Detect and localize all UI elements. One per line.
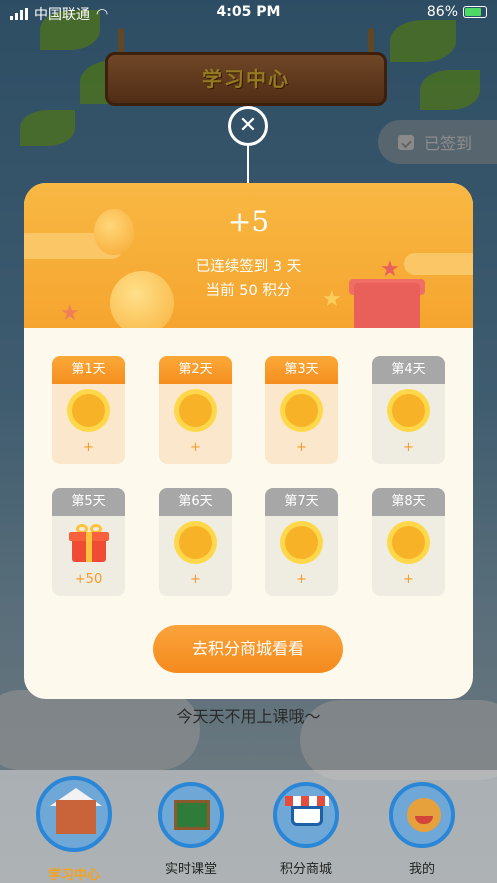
nav-item-points-store[interactable]: 积分商城 <box>256 770 356 883</box>
checkin-modal: ★ ★ ★ +5 已连续签到 3 天 当前 50 积分 第1天 + 第2天 + … <box>24 183 473 699</box>
close-icon[interactable]: ✕ <box>228 106 268 146</box>
bottom-nav: 学习中心 实时课堂 积分商城 我的 <box>0 770 497 883</box>
day-reward: + <box>83 440 94 455</box>
day-card-6: 第6天 + <box>159 488 232 596</box>
nav-label: 实时课堂 <box>164 862 217 877</box>
day-label: 第6天 <box>159 488 232 516</box>
day-label: 第5天 <box>52 488 125 516</box>
day-label: 第1天 <box>52 356 125 384</box>
streak-text: 已连续签到 3 天 <box>195 259 302 275</box>
day-card-3: 第3天 + <box>265 356 338 464</box>
blackboard-icon <box>158 782 224 848</box>
coin-icon <box>387 389 430 432</box>
coin-icon <box>387 521 430 564</box>
day-card-7: 第7天 + <box>265 488 338 596</box>
battery-info: 86% <box>427 4 487 20</box>
close-connector-line <box>247 146 249 184</box>
battery-percent: 86% <box>426 4 458 20</box>
status-bar: 中国联通 ◠ 4:05 PM 86% <box>0 0 497 26</box>
day-label: 第7天 <box>265 488 338 516</box>
coin-icon <box>174 521 217 564</box>
day-label: 第8天 <box>372 488 445 516</box>
day-card-4: 第4天 + <box>372 356 445 464</box>
battery-icon <box>463 6 487 18</box>
day-card-1: 第1天 + <box>52 356 125 464</box>
day-reward: + <box>403 572 414 587</box>
day-reward: +50 <box>74 572 103 587</box>
day-card-2: 第2天 + <box>159 356 232 464</box>
day-label: 第3天 <box>265 356 338 384</box>
gift-icon <box>69 524 109 562</box>
day-label: 第2天 <box>159 356 232 384</box>
nav-label: 学习中心 <box>47 868 100 883</box>
star-icon: ★ <box>60 301 80 326</box>
house-icon <box>36 776 112 852</box>
day-label: 第4天 <box>372 356 445 384</box>
coin-icon <box>174 389 217 432</box>
day-card-5: 第5天 +50 <box>52 488 125 596</box>
nav-item-live-class[interactable]: 实时课堂 <box>141 770 241 883</box>
day-card-8: 第8天 + <box>372 488 445 596</box>
status-time: 4:05 PM <box>216 4 281 20</box>
day-reward: + <box>190 572 201 587</box>
coin-icon <box>280 389 323 432</box>
coin-icon <box>280 521 323 564</box>
nav-item-study-center[interactable]: 学习中心 <box>24 770 124 883</box>
nav-item-mine[interactable]: 我的 <box>372 770 472 883</box>
no-class-notice: 今天天不用上课哦～ <box>176 707 321 726</box>
reward-plus: +5 <box>227 205 270 238</box>
go-to-store-button[interactable]: 去积分商城看看 <box>153 625 343 673</box>
day-reward: + <box>403 440 414 455</box>
shopping-cart-icon <box>273 782 339 848</box>
nav-label: 我的 <box>408 862 435 877</box>
coin-icon <box>67 389 110 432</box>
nav-label: 积分商城 <box>279 862 332 877</box>
cow-mascot-icon <box>389 782 455 848</box>
modal-header: ★ ★ ★ +5 已连续签到 3 天 当前 50 积分 <box>24 183 473 328</box>
points-text: 当前 50 积分 <box>205 283 292 299</box>
day-reward: + <box>296 572 307 587</box>
day-reward: + <box>190 440 201 455</box>
day-reward: + <box>296 440 307 455</box>
